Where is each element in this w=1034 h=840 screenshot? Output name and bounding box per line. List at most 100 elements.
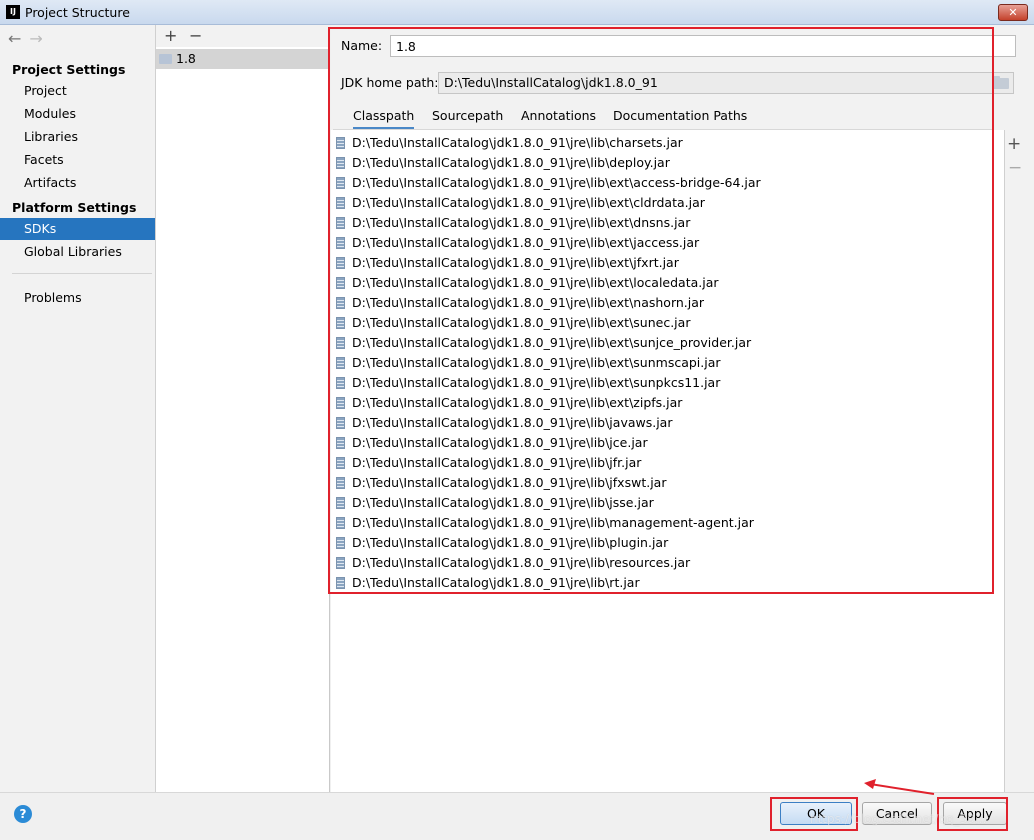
list-item[interactable]: D:\Tedu\InstallCatalog\jdk1.8.0_91\jre\l… [336, 273, 996, 293]
nav-item-project[interactable]: Project [0, 80, 155, 102]
list-item[interactable]: D:\Tedu\InstallCatalog\jdk1.8.0_91\jre\l… [336, 453, 996, 473]
list-item[interactable]: D:\Tedu\InstallCatalog\jdk1.8.0_91\jre\l… [336, 173, 996, 193]
list-item[interactable]: D:\Tedu\InstallCatalog\jdk1.8.0_91\jre\l… [336, 253, 996, 273]
list-item-label: D:\Tedu\InstallCatalog\jdk1.8.0_91\jre\l… [352, 375, 721, 390]
nav-item-modules[interactable]: Modules [0, 103, 155, 125]
close-button[interactable]: ✕ [998, 4, 1028, 21]
nav-item-global-libraries[interactable]: Global Libraries [0, 241, 155, 263]
tab-classpath[interactable]: Classpath [353, 108, 415, 130]
list-item-label: D:\Tedu\InstallCatalog\jdk1.8.0_91\jre\l… [352, 215, 691, 230]
remove-classpath-icon[interactable]: − [1008, 158, 1022, 178]
tab-annotations[interactable]: Annotations [521, 108, 596, 130]
list-item-label: D:\Tedu\InstallCatalog\jdk1.8.0_91\jre\l… [352, 515, 754, 530]
tab-documentation-paths[interactable]: Documentation Paths [613, 108, 747, 130]
list-item[interactable]: D:\Tedu\InstallCatalog\jdk1.8.0_91\jre\l… [336, 513, 996, 533]
jar-icon [336, 277, 345, 289]
sdk-name-field[interactable] [390, 35, 1016, 57]
list-item[interactable]: D:\Tedu\InstallCatalog\jdk1.8.0_91\jre\l… [336, 233, 996, 253]
jar-icon [336, 557, 345, 569]
list-item-label: D:\Tedu\InstallCatalog\jdk1.8.0_91\jre\l… [352, 575, 640, 590]
list-item-label: D:\Tedu\InstallCatalog\jdk1.8.0_91\jre\l… [352, 535, 669, 550]
list-item-label: D:\Tedu\InstallCatalog\jdk1.8.0_91\jre\l… [352, 495, 654, 510]
list-item[interactable]: D:\Tedu\InstallCatalog\jdk1.8.0_91\jre\l… [336, 313, 996, 333]
list-item-label: D:\Tedu\InstallCatalog\jdk1.8.0_91\jre\l… [352, 355, 721, 370]
jar-icon [336, 497, 345, 509]
list-item[interactable]: D:\Tedu\InstallCatalog\jdk1.8.0_91\jre\l… [336, 353, 996, 373]
list-item[interactable]: D:\Tedu\InstallCatalog\jdk1.8.0_91\jre\l… [336, 493, 996, 513]
window-title: Project Structure [25, 5, 130, 20]
jar-icon [336, 297, 345, 309]
platform-settings-heading: Platform Settings [12, 200, 137, 215]
jar-icon [336, 357, 345, 369]
sdk-list-item[interactable]: 1.8 [156, 49, 330, 69]
sdk-list-panel: + − 1.8 [156, 25, 330, 792]
list-item-label: D:\Tedu\InstallCatalog\jdk1.8.0_91\jre\l… [352, 175, 761, 190]
jar-icon [336, 157, 345, 169]
settings-navigation: ← → Project Settings Project Modules Libr… [0, 25, 156, 792]
add-sdk-icon[interactable]: + [164, 26, 177, 45]
list-item[interactable]: D:\Tedu\InstallCatalog\jdk1.8.0_91\jre\l… [336, 413, 996, 433]
sdk-list-item-label: 1.8 [176, 51, 196, 66]
list-item[interactable]: D:\Tedu\InstallCatalog\jdk1.8.0_91\jre\l… [336, 553, 996, 573]
browse-folder-icon[interactable] [993, 76, 1009, 89]
jar-icon [336, 377, 345, 389]
jar-icon [336, 177, 345, 189]
list-item-label: D:\Tedu\InstallCatalog\jdk1.8.0_91\jre\l… [352, 335, 752, 350]
list-item-label: D:\Tedu\InstallCatalog\jdk1.8.0_91\jre\l… [352, 255, 679, 270]
list-item-label: D:\Tedu\InstallCatalog\jdk1.8.0_91\jre\l… [352, 455, 642, 470]
help-icon[interactable]: ? [14, 805, 32, 823]
jdk-folder-icon [159, 54, 172, 64]
tab-sourcepath[interactable]: Sourcepath [432, 108, 503, 130]
list-item[interactable]: D:\Tedu\InstallCatalog\jdk1.8.0_91\jre\l… [336, 153, 996, 173]
nav-item-problems[interactable]: Problems [0, 287, 155, 309]
forward-arrow-icon[interactable]: → [29, 29, 42, 48]
nav-item-libraries[interactable]: Libraries [0, 126, 155, 148]
annotation-arrow-icon [864, 779, 935, 795]
list-item-label: D:\Tedu\InstallCatalog\jdk1.8.0_91\jre\l… [352, 395, 683, 410]
name-label: Name: [341, 38, 383, 53]
jar-icon [336, 337, 345, 349]
classpath-list: D:\Tedu\InstallCatalog\jdk1.8.0_91\jre\l… [331, 130, 1005, 792]
list-item-label: D:\Tedu\InstallCatalog\jdk1.8.0_91\jre\l… [352, 415, 673, 430]
nav-item-sdks[interactable]: SDKs [0, 218, 155, 240]
jar-icon [336, 257, 345, 269]
jar-icon [336, 577, 345, 589]
list-item-label: D:\Tedu\InstallCatalog\jdk1.8.0_91\jre\l… [352, 555, 691, 570]
list-item[interactable]: D:\Tedu\InstallCatalog\jdk1.8.0_91\jre\l… [336, 213, 996, 233]
list-item-label: D:\Tedu\InstallCatalog\jdk1.8.0_91\jre\l… [352, 195, 705, 210]
list-item-label: D:\Tedu\InstallCatalog\jdk1.8.0_91\jre\l… [352, 475, 667, 490]
list-item-label: D:\Tedu\InstallCatalog\jdk1.8.0_91\jre\l… [352, 235, 700, 250]
remove-sdk-icon[interactable]: − [189, 26, 202, 45]
list-item-label: D:\Tedu\InstallCatalog\jdk1.8.0_91\jre\l… [352, 155, 670, 170]
list-item[interactable]: D:\Tedu\InstallCatalog\jdk1.8.0_91\jre\l… [336, 193, 996, 213]
jar-icon [336, 397, 345, 409]
list-item-label: D:\Tedu\InstallCatalog\jdk1.8.0_91\jre\l… [352, 315, 691, 330]
jar-icon [336, 417, 345, 429]
list-item[interactable]: D:\Tedu\InstallCatalog\jdk1.8.0_91\jre\l… [336, 573, 996, 593]
list-item[interactable]: D:\Tedu\InstallCatalog\jdk1.8.0_91\jre\l… [336, 373, 996, 393]
list-item[interactable]: D:\Tedu\InstallCatalog\jdk1.8.0_91\jre\l… [336, 473, 996, 493]
list-item-label: D:\Tedu\InstallCatalog\jdk1.8.0_91\jre\l… [352, 435, 648, 450]
jar-icon [336, 197, 345, 209]
watermark: https://blog.csdn.net/qq_39... [810, 812, 987, 826]
list-item[interactable]: D:\Tedu\InstallCatalog\jdk1.8.0_91\jre\l… [336, 133, 996, 153]
jdk-home-path-field[interactable]: D:\Tedu\InstallCatalog\jdk1.8.0_91 [438, 72, 1014, 94]
history-arrows: ← → [8, 29, 51, 48]
list-item[interactable]: D:\Tedu\InstallCatalog\jdk1.8.0_91\jre\l… [336, 433, 996, 453]
jar-icon [336, 457, 345, 469]
jar-icon [336, 237, 345, 249]
intellij-app-icon: IJ [6, 5, 20, 19]
list-item[interactable]: D:\Tedu\InstallCatalog\jdk1.8.0_91\jre\l… [336, 533, 996, 553]
list-item-label: D:\Tedu\InstallCatalog\jdk1.8.0_91\jre\l… [352, 275, 719, 290]
jar-icon [336, 317, 345, 329]
sdk-list-toolbar: + − [156, 25, 330, 47]
nav-divider [12, 273, 152, 274]
list-item[interactable]: D:\Tedu\InstallCatalog\jdk1.8.0_91\jre\l… [336, 393, 996, 413]
list-item[interactable]: D:\Tedu\InstallCatalog\jdk1.8.0_91\jre\l… [336, 293, 996, 313]
jdk-home-path-label: JDK home path: [341, 75, 439, 90]
nav-item-artifacts[interactable]: Artifacts [0, 172, 155, 194]
back-arrow-icon[interactable]: ← [8, 29, 21, 48]
nav-item-facets[interactable]: Facets [0, 149, 155, 171]
list-item[interactable]: D:\Tedu\InstallCatalog\jdk1.8.0_91\jre\l… [336, 333, 996, 353]
add-classpath-icon[interactable]: + [1007, 134, 1021, 154]
